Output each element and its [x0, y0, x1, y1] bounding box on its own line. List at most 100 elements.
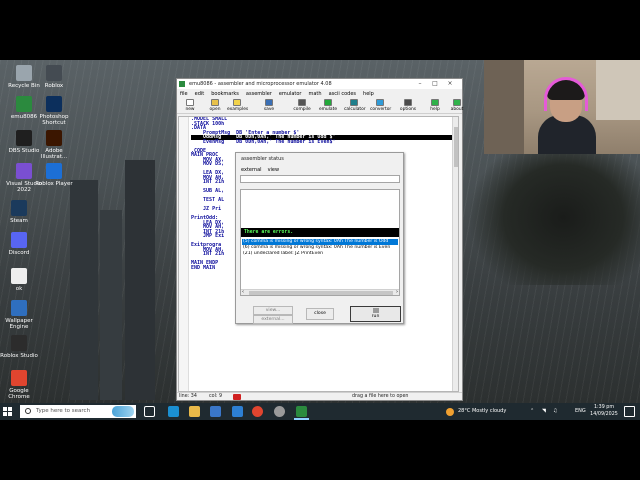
emu8086-icon[interactable] [296, 406, 307, 417]
clock-date: 14/09/2025 [590, 411, 618, 417]
toolbar-examples-button[interactable]: examples [227, 99, 248, 114]
maximize-icon[interactable]: □ [429, 79, 441, 89]
convertor-icon [376, 99, 384, 106]
wallpaper-engine-icon [11, 300, 27, 316]
desktop-icon[interactable]: Roblox Player [35, 163, 73, 187]
new-file-icon [186, 99, 194, 106]
about-icon [453, 99, 461, 106]
run-icon [372, 308, 379, 313]
mail-icon[interactable] [232, 406, 243, 417]
desktop-icon-label: Roblox Player [35, 181, 73, 187]
tray-chevron-icon[interactable]: ⌃ [530, 403, 534, 420]
status-field [240, 175, 400, 183]
menu-item[interactable]: math [309, 90, 322, 98]
save-icon [265, 99, 273, 106]
volume-icon[interactable]: ♫ [553, 403, 557, 420]
dialog-menu-item[interactable]: view [268, 166, 280, 174]
desktop-icon[interactable]: Photoshop Shortcut [35, 96, 73, 126]
chrome-icon[interactable] [252, 406, 263, 417]
toolbar-convertor-button[interactable]: convertor [370, 99, 391, 114]
edge-icon[interactable] [168, 406, 179, 417]
menu-item[interactable]: assembler [246, 90, 272, 98]
toolbar-about-button[interactable]: about [447, 99, 467, 114]
screen: Recycle Bin Roblox emu8086 Photoshop Shortc… [0, 0, 640, 480]
toolbar-new-button[interactable]: new [180, 99, 200, 114]
visual-studio-icon [16, 163, 32, 179]
calculator-icon [350, 99, 358, 106]
vertical-scrollbar[interactable] [452, 117, 458, 391]
scrollbar-thumb[interactable] [454, 127, 458, 167]
toolbar-help-button[interactable]: help [425, 99, 445, 114]
chrome-icon [11, 370, 27, 386]
desktop-icon[interactable]: Roblox [35, 65, 73, 89]
weather-icon[interactable] [446, 408, 454, 416]
menu-item[interactable]: help [363, 90, 374, 98]
webcam-shelf [484, 60, 524, 154]
file-explorer-icon[interactable] [189, 406, 200, 417]
view-button[interactable]: view... [253, 306, 293, 315]
roblox-icon[interactable] [274, 406, 285, 417]
toolbar-compile-button[interactable]: compile [292, 99, 312, 114]
desktop-icon[interactable]: ok [0, 268, 38, 292]
task-view-icon[interactable] [144, 406, 155, 417]
emulate-icon [324, 99, 332, 106]
horizontal-scrollbar[interactable]: ‹ › [241, 289, 399, 295]
network-icon[interactable]: ◥ [542, 403, 546, 420]
toolbar-open-button[interactable]: open [205, 99, 225, 114]
scroll-left-icon[interactable]: ‹ [242, 289, 244, 295]
dialog-menu-item[interactable]: external [241, 166, 262, 174]
run-button[interactable]: run [350, 306, 401, 322]
desktop-icon[interactable]: Google Chrome [0, 370, 38, 400]
compile-icon [298, 99, 306, 106]
close-button[interactable]: close [306, 308, 334, 320]
window-title: emu8086 - assembler and microprocessor e… [189, 81, 332, 87]
error-list[interactable]: There are errors. (5) comma is missing o… [240, 189, 400, 296]
menu-item[interactable]: emulator [279, 90, 302, 98]
store-icon[interactable] [210, 406, 221, 417]
language-indicator[interactable]: ENG [575, 403, 586, 420]
menu-item[interactable]: file [180, 90, 188, 98]
error-line[interactable]: (21) undeclared label: JZ PrintEven [242, 251, 398, 257]
notification-icon[interactable] [624, 406, 635, 417]
menu-item[interactable]: ascii codes [329, 90, 356, 98]
clock[interactable]: 1:39 pm 14/09/2025 [590, 405, 618, 418]
toolbar-label: new [185, 107, 195, 112]
taskbar: Type here to search 28°C Mostly cloudy ⌃… [0, 403, 640, 420]
windows-start-icon[interactable] [3, 407, 13, 417]
close-icon[interactable]: × [444, 79, 456, 89]
scrollbar-thumb[interactable] [249, 291, 393, 295]
desktop-icon[interactable]: Adobe Illustrat... [35, 130, 73, 160]
dialog-title: assembler status [241, 156, 284, 162]
building-silhouette [125, 160, 155, 400]
desktop-icon[interactable]: Discord [0, 232, 38, 256]
toolbar-save-button[interactable]: save [259, 99, 279, 114]
discord-icon [11, 232, 27, 248]
external-button[interactable]: external... [253, 315, 293, 324]
options-icon [404, 99, 412, 106]
toolbar-calculator-button[interactable]: calculator [344, 99, 366, 114]
toolbar-emulate-button[interactable]: emulate [318, 99, 338, 114]
emu8086-icon [16, 96, 32, 112]
menu-item[interactable]: bookmarks [211, 90, 239, 98]
assembler-status-dialog[interactable]: assembler status external view There are … [235, 152, 404, 324]
weather-text[interactable]: 28°C Mostly cloudy [458, 403, 506, 420]
roblox-player-icon [46, 163, 62, 179]
dolphin-widget-icon[interactable] [112, 406, 134, 417]
desktop-icon[interactable]: Roblox Studio [0, 335, 38, 359]
search-placeholder: Type here to search [36, 408, 91, 414]
desktop-icon[interactable]: Wallpaper Engine [0, 300, 38, 330]
dbs-studio-icon [16, 130, 32, 146]
menu-item[interactable]: edit [195, 90, 205, 98]
active-app-indicator [294, 418, 309, 420]
status-bar: line: 34 col: 9 drag a file here to open [177, 392, 462, 400]
window-titlebar[interactable]: emu8086 - assembler and microprocessor e… [177, 79, 462, 89]
roblox-studio-icon [11, 335, 27, 351]
photoshop-icon [46, 96, 62, 112]
scroll-right-icon[interactable]: › [396, 289, 398, 295]
toolbar-label: help [430, 107, 440, 112]
desktop-icon[interactable]: Steam [0, 200, 38, 224]
status-col: col: 9 [209, 394, 223, 399]
webcam-overlay [484, 60, 640, 154]
minimize-icon[interactable]: – [414, 79, 426, 89]
toolbar-options-button[interactable]: options [398, 99, 418, 114]
